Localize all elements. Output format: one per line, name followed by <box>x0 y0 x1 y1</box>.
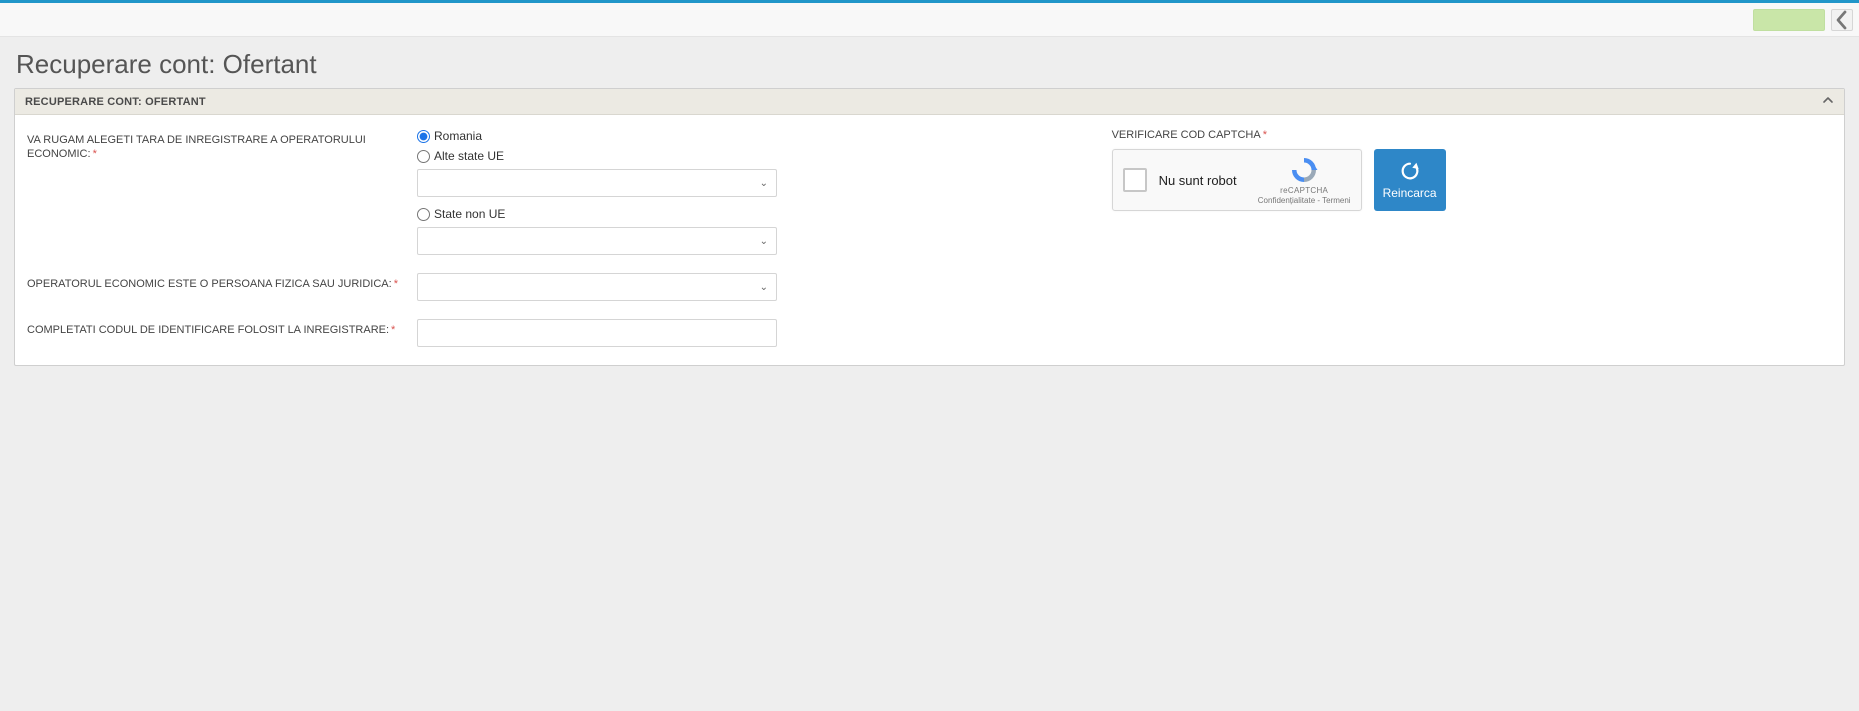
radio-noneu-label: State non UE <box>434 207 505 221</box>
eu-state-select[interactable]: ⌄ <box>417 169 777 197</box>
required-mark: * <box>93 148 97 160</box>
chevron-down-icon: ⌄ <box>760 236 768 247</box>
panel-collapse-button[interactable] <box>1822 94 1834 109</box>
radio-romania-label: Romania <box>434 129 482 143</box>
recaptcha-widget: Nu sunt robot reCAPTCHA <box>1112 149 1362 211</box>
radio-eu-input[interactable] <box>417 150 430 163</box>
captcha-column: VERIFICARE COD CAPTCHA* Nu sunt robot <box>1112 129 1828 347</box>
reload-button-label: Reincarca <box>1383 186 1437 200</box>
recaptcha-checkbox[interactable] <box>1123 168 1147 192</box>
page-title: Recuperare cont: Ofertant <box>16 49 1845 80</box>
required-mark: * <box>1263 129 1267 141</box>
person-type-label: OPERATORUL ECONOMIC ESTE O PERSOANA FIZI… <box>27 273 417 291</box>
refresh-icon <box>1399 160 1421 182</box>
chevron-left-icon <box>1832 10 1852 30</box>
captcha-label: VERIFICARE COD CAPTCHA* <box>1112 129 1828 141</box>
chevron-down-icon: ⌄ <box>760 178 768 189</box>
person-type-select[interactable]: ⌄ <box>417 273 777 301</box>
radio-noneu[interactable]: State non UE <box>417 207 777 221</box>
chevron-up-icon <box>1822 94 1834 106</box>
top-toolbar <box>0 3 1859 37</box>
radio-romania-input[interactable] <box>417 130 430 143</box>
noneu-state-select[interactable]: ⌄ <box>417 227 777 255</box>
panel-recuperare: RECUPERARE CONT: OFERTANT VA RUGAM ALEGE… <box>14 88 1845 366</box>
country-label: VA RUGAM ALEGETI TARA DE INREGISTRARE A … <box>27 129 417 161</box>
language-pill[interactable] <box>1753 9 1825 31</box>
radio-noneu-input[interactable] <box>417 208 430 221</box>
identification-code-input[interactable] <box>417 319 777 347</box>
required-mark: * <box>394 278 398 290</box>
sidebar-toggle-button[interactable] <box>1831 9 1853 31</box>
form-column: VA RUGAM ALEGETI TARA DE INREGISTRARE A … <box>27 129 1072 347</box>
recaptcha-legal: Confidențialitate - Termeni <box>1258 196 1351 205</box>
recaptcha-text: Nu sunt robot <box>1159 173 1246 188</box>
code-label: COMPLETATI CODUL DE IDENTIFICARE FOLOSIT… <box>27 319 417 337</box>
reload-captcha-button[interactable]: Reincarca <box>1374 149 1446 211</box>
radio-eu-label: Alte state UE <box>434 149 504 163</box>
chevron-down-icon: ⌄ <box>760 282 768 293</box>
panel-header: RECUPERARE CONT: OFERTANT <box>15 89 1844 115</box>
recaptcha-logo-icon <box>1289 155 1319 185</box>
panel-title: RECUPERARE CONT: OFERTANT <box>25 96 206 108</box>
recaptcha-brand: reCAPTCHA <box>1280 186 1328 195</box>
required-mark: * <box>391 324 395 336</box>
radio-romania[interactable]: Romania <box>417 129 777 143</box>
radio-eu[interactable]: Alte state UE <box>417 149 777 163</box>
